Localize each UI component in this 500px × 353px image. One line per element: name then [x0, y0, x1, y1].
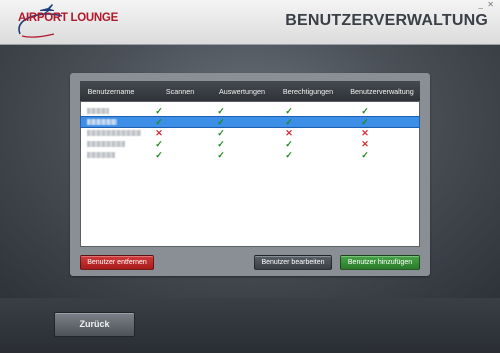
column-header-user-admin: Benutzerverwaltung — [350, 87, 414, 96]
table-row[interactable]: ✓ ✓ ✓ ✓ — [81, 150, 419, 160]
username-cell — [87, 119, 117, 125]
checkmark-icon: ✓ — [155, 117, 163, 127]
checkmark-icon: ✓ — [217, 106, 225, 116]
username-cell — [87, 141, 125, 147]
table-header: Benutzername Scannen Auswertungen Berech… — [80, 81, 420, 101]
column-header-username: Benutzername — [87, 87, 135, 96]
checkmark-icon: ✓ — [285, 117, 293, 127]
remove-user-button[interactable]: Benutzer entfernen — [80, 255, 154, 270]
column-header-permissions: Berechtigungen — [282, 87, 334, 96]
checkmark-icon: ✓ — [155, 106, 163, 116]
checkmark-icon: ✓ — [285, 150, 293, 160]
user-management-panel: Benutzername Scannen Auswertungen Berech… — [70, 73, 430, 276]
edit-user-button[interactable]: Benutzer bearbeiten — [254, 255, 332, 270]
checkmark-icon: ✓ — [217, 150, 225, 160]
checkmark-icon: ✓ — [285, 139, 293, 149]
checkmark-icon: ✓ — [155, 139, 163, 149]
user-table: ✓ ✓ ✓ ✓ ✓ ✓ ✓ ✓ ✕ ✓ ✕ ✕ ✓ ✓ ✓ ✕ ✓ ✓ ✓ ✓ — [80, 101, 420, 247]
add-user-button[interactable]: Benutzer hinzufügen — [340, 255, 420, 270]
table-row[interactable]: ✓ ✓ ✓ ✓ — [80, 116, 420, 128]
logo-text: AIRPORT LOUNGE — [18, 12, 118, 24]
username-cell — [87, 152, 115, 158]
table-row[interactable]: ✕ ✓ ✕ ✕ — [81, 128, 419, 138]
checkmark-icon: ✓ — [285, 106, 293, 116]
column-header-scan: Scannen — [165, 87, 195, 96]
checkmark-icon: ✓ — [361, 117, 369, 127]
footer: Zurück — [0, 298, 500, 353]
cross-icon: ✕ — [155, 128, 163, 138]
username-cell — [87, 108, 109, 114]
table-row[interactable]: ✓ ✓ ✓ ✓ — [81, 106, 419, 116]
close-button[interactable]: ✕ — [487, 0, 494, 9]
main-area: Benutzername Scannen Auswertungen Berech… — [0, 45, 500, 298]
username-cell — [87, 130, 141, 136]
cross-icon: ✕ — [361, 139, 369, 149]
checkmark-icon: ✓ — [155, 150, 163, 160]
minimize-button[interactable]: _ — [479, 0, 483, 9]
cross-icon: ✕ — [285, 128, 293, 138]
table-row[interactable]: ✓ ✓ ✓ ✕ — [81, 139, 419, 149]
back-button[interactable]: Zurück — [54, 312, 135, 337]
checkmark-icon: ✓ — [217, 128, 225, 138]
cross-icon: ✕ — [361, 128, 369, 138]
column-header-reports: Auswertungen — [219, 87, 265, 96]
checkmark-icon: ✓ — [217, 139, 225, 149]
checkmark-icon: ✓ — [361, 106, 369, 116]
app-header: AIRPORT LOUNGE BENUTZERVERWALTUNG _ ✕ — [0, 0, 500, 45]
checkmark-icon: ✓ — [217, 117, 225, 127]
checkmark-icon: ✓ — [361, 150, 369, 160]
page-title: BENUTZERVERWALTUNG — [285, 12, 488, 29]
